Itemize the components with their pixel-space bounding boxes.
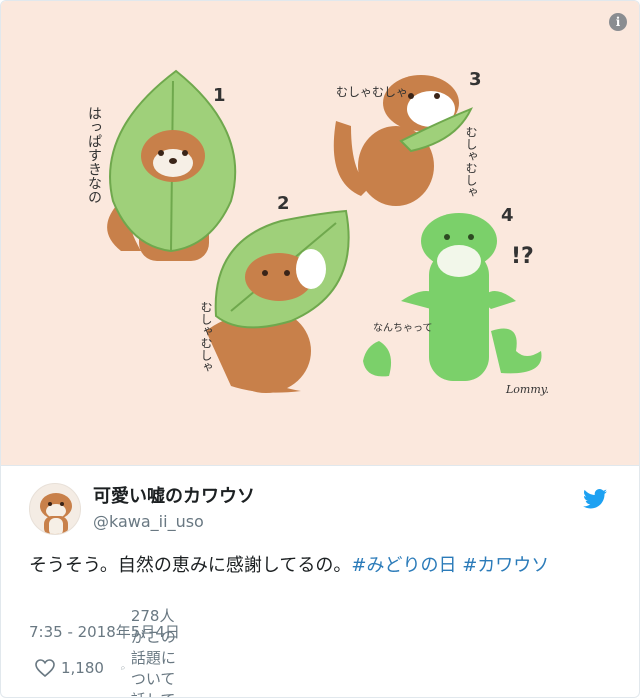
exclaim-mark: !? <box>511 244 534 269</box>
embedded-tweet-card: 1 2 3 4 !? はっぱすきなの むしゃむしゃ むしゃむしゃ むしゃむしゃ … <box>0 0 640 698</box>
twitter-bird-icon[interactable] <box>583 489 607 509</box>
hashtag-midori[interactable]: #みどりの日 <box>351 555 456 576</box>
panel-number-3: 3 <box>469 69 482 90</box>
panel-4-drawing <box>363 213 542 381</box>
tweet-header: 可愛い嘘のカワウソ @kawa_ii_uso <box>29 483 619 539</box>
divider <box>1 465 639 466</box>
info-icon[interactable]: i <box>609 13 627 31</box>
panel-number-2: 2 <box>277 193 290 214</box>
like-count: 1,180 <box>61 659 104 677</box>
reply-text: 278人がこの話題について話しています <box>130 607 176 697</box>
hashtag-kawauso[interactable]: #カワウソ <box>462 555 549 576</box>
display-name[interactable]: 可愛い嘘のカワウソ <box>93 485 255 509</box>
artist-signature: Lommy. <box>505 383 549 396</box>
small-caption: なんちゃって <box>373 322 433 334</box>
user-handle[interactable]: @kawa_ii_uso <box>93 511 255 533</box>
otter-avatar-icon <box>40 493 72 534</box>
speech-bubble-icon <box>121 666 125 670</box>
vertical-caption: はっぱすきなの <box>86 106 102 204</box>
heart-icon <box>35 659 55 677</box>
like-action[interactable]: 1,180 <box>35 656 104 680</box>
tweet-text: そうそう。自然の恵みに感謝してるの。#みどりの日 #カワウソ <box>29 551 619 581</box>
panel-number-4: 4 <box>501 205 514 226</box>
sfx-munch-right: むしゃむしゃ <box>464 126 478 198</box>
tweet-illustration[interactable]: 1 2 3 4 !? はっぱすきなの むしゃむしゃ むしゃむしゃ むしゃむしゃ … <box>1 1 639 465</box>
user-names: 可愛い嘘のカワウソ @kawa_ii_uso <box>93 485 255 533</box>
avatar[interactable] <box>29 483 81 535</box>
panel-number-1: 1 <box>213 85 226 106</box>
tweet-body: そうそう。自然の恵みに感謝してるの。 <box>29 555 352 576</box>
sfx-munch-left: むしゃむしゃ <box>199 301 213 373</box>
reply-action[interactable]: 278人がこの話題について話しています <box>121 607 178 697</box>
panel-2-drawing <box>206 209 350 393</box>
sfx-munch-top: むしゃむしゃ <box>336 85 408 99</box>
otter-illustration: 1 2 3 4 !? はっぱすきなの むしゃむしゃ むしゃむしゃ むしゃむしゃ … <box>86 69 549 396</box>
